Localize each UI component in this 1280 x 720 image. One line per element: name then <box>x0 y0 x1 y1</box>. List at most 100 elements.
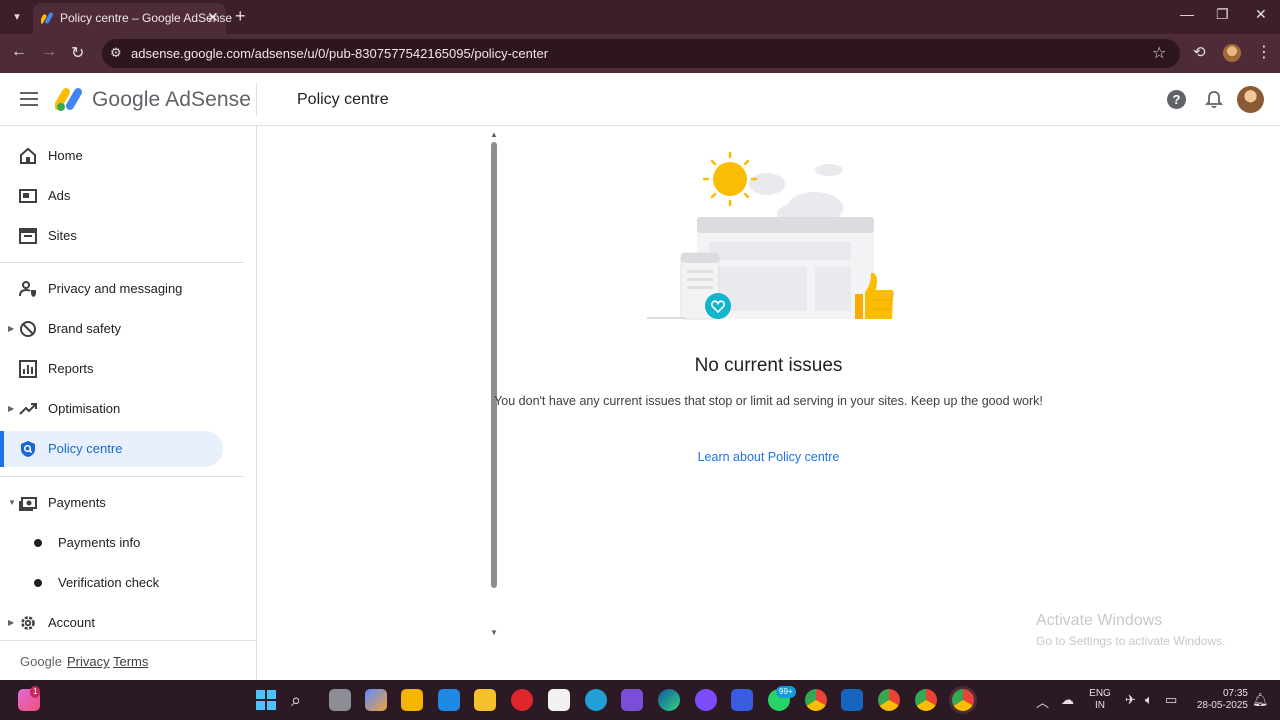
status-message: You don't have any current issues that s… <box>494 394 1043 408</box>
address-bar[interactable]: ⚙ adsense.google.com/adsense/u/0/pub-830… <box>102 39 1180 68</box>
collapse-caret-icon[interactable]: ▼ <box>8 498 16 507</box>
url-text[interactable]: adsense.google.com/adsense/u/0/pub-83075… <box>131 46 548 61</box>
opera-icon[interactable] <box>511 689 533 711</box>
sidebar-item-verification-check[interactable]: Verification check <box>0 565 223 601</box>
whatsapp-badge: 99+ <box>776 686 796 698</box>
header-divider <box>256 83 257 116</box>
expand-caret-icon[interactable]: ▶ <box>8 324 14 333</box>
brand-name: Google AdSense <box>92 88 252 111</box>
sites-icon <box>19 228 37 244</box>
tray-overflow-icon[interactable]: ︿ <box>1036 692 1049 711</box>
active-tab[interactable]: Policy centre – Google AdSense ✕ <box>33 3 232 34</box>
browser-tab-bar: ▾ Policy centre – Google AdSense ✕ + — ❐… <box>0 0 1280 34</box>
app-icon[interactable] <box>841 689 863 711</box>
windows-start-icon[interactable] <box>255 689 277 711</box>
person-shield-icon <box>19 281 36 297</box>
notifications-bell-icon[interactable] <box>1205 90 1223 109</box>
edge-icon[interactable] <box>658 689 680 711</box>
forward-button[interactable]: → <box>41 43 57 61</box>
site-info-icon[interactable]: ⚙ <box>110 45 122 61</box>
file-explorer-icon[interactable] <box>474 689 496 711</box>
scroll-up-icon[interactable]: ▲ <box>490 130 498 139</box>
browser-menu-icon[interactable]: ⋮ <box>1256 42 1272 62</box>
main-menu-icon[interactable] <box>20 92 38 106</box>
tab-close-icon[interactable]: ✕ <box>207 9 219 26</box>
sidebar-scrollbar[interactable]: ▲ ▼ <box>244 126 498 640</box>
sidebar-divider <box>0 476 244 477</box>
learn-about-policy-centre-link[interactable]: Learn about Policy centre <box>257 450 1280 464</box>
chrome-active-icon[interactable] <box>952 689 974 711</box>
sidebar-item-payments[interactable]: ▼ Payments <box>0 485 223 521</box>
sidebar-item-policy-centre[interactable]: Policy centre <box>0 431 223 467</box>
footer-terms-link[interactable]: Terms <box>113 654 148 669</box>
battery-icon[interactable]: ▭ <box>1165 692 1177 708</box>
expand-caret-icon[interactable]: ▶ <box>8 618 14 627</box>
chrome-profile-icon[interactable] <box>915 689 937 711</box>
app-icon[interactable] <box>731 689 753 711</box>
account-avatar[interactable] <box>1237 86 1264 113</box>
telegram-icon[interactable] <box>585 689 607 711</box>
notification-center-icon[interactable]: 🔔︎ <box>1252 692 1269 708</box>
language-indicator[interactable]: ENG IN <box>1088 688 1112 712</box>
sidebar-item-home[interactable]: Home <box>0 138 223 174</box>
help-icon[interactable]: ? <box>1167 90 1186 109</box>
trending-up-icon <box>19 403 37 415</box>
sidebar-footer: Google Privacy Terms <box>0 640 256 680</box>
adsense-logo-icon <box>55 88 82 111</box>
bookmark-star-icon[interactable]: ☆ <box>1152 43 1166 63</box>
reports-icon <box>19 360 37 378</box>
activate-windows-title: Activate Windows <box>1036 612 1163 629</box>
reload-button[interactable]: ↻ <box>71 43 84 63</box>
sidebar-item-account[interactable]: ▶ Account <box>0 605 223 641</box>
sidebar-item-brand-safety[interactable]: ▶ Brand safety <box>0 311 223 347</box>
date-text: 28-05-2025 <box>1196 700 1248 711</box>
paint-icon[interactable] <box>548 689 570 711</box>
copilot-icon[interactable] <box>365 689 387 711</box>
search-icon[interactable]: ⌕ <box>291 689 313 711</box>
store-icon[interactable] <box>401 689 423 711</box>
language-text: ENG <box>1089 688 1111 699</box>
clipchamp-icon[interactable] <box>621 689 643 711</box>
footer-google-text: Google <box>20 654 62 669</box>
app-icon[interactable] <box>695 689 717 711</box>
onedrive-icon[interactable]: ☁ <box>1061 692 1074 708</box>
sidebar-item-sites[interactable]: Sites <box>0 218 223 254</box>
minimize-button[interactable]: — <box>1180 6 1194 22</box>
adsense-favicon-icon <box>41 12 53 24</box>
sidebar: Home Ads Sites Privacy and messaging ▶ B… <box>0 126 498 680</box>
sidebar-item-privacy[interactable]: Privacy and messaging <box>0 271 223 307</box>
task-view-icon[interactable] <box>329 689 351 711</box>
airplane-mode-icon[interactable]: ✈ <box>1125 692 1136 708</box>
browser-profile-avatar[interactable] <box>1223 44 1241 62</box>
home-icon <box>20 147 36 164</box>
volume-icon[interactable]: 🔈︎ <box>1145 692 1153 708</box>
chrome-icon[interactable] <box>805 689 827 711</box>
app-icon[interactable] <box>438 689 460 711</box>
close-window-button[interactable]: ✕ <box>1255 6 1267 23</box>
chrome-profile-icon[interactable] <box>878 689 900 711</box>
back-button[interactable]: ← <box>11 43 27 61</box>
block-icon <box>20 321 36 337</box>
sidebar-item-payments-info[interactable]: Payments info <box>0 525 223 561</box>
windows-taskbar: 1 ⌕ 99+ ︿ ☁ ENG IN ✈ 🔈︎ ▭ 07:35 28-05-20… <box>0 680 1280 720</box>
sidebar-item-optimisation[interactable]: ▶ Optimisation <box>0 391 223 427</box>
time-text: 07:35 <box>1222 688 1248 699</box>
policy-shield-icon <box>21 441 35 457</box>
restore-button[interactable]: ❐ <box>1216 6 1229 23</box>
no-issues-illustration <box>647 151 894 320</box>
sidebar-item-ads[interactable]: Ads <box>0 178 223 214</box>
new-tab-button[interactable]: + <box>235 6 246 27</box>
expand-caret-icon[interactable]: ▶ <box>8 404 14 413</box>
extensions-icon[interactable]: ⟲ <box>1193 43 1206 61</box>
sidebar-item-reports[interactable]: Reports <box>0 351 223 387</box>
clock[interactable]: 07:35 28-05-2025 <box>1188 688 1248 712</box>
bullet-icon <box>34 579 42 587</box>
status-headline: No current issues <box>694 355 843 376</box>
tab-search-button[interactable]: ▾ <box>6 7 28 27</box>
payments-icon <box>19 497 37 511</box>
ads-icon <box>19 189 37 203</box>
footer-privacy-link[interactable]: Privacy <box>67 654 110 669</box>
activate-windows-subtitle: Go to Settings to activate Windows. <box>1036 634 1226 648</box>
bullet-icon <box>34 539 42 547</box>
scroll-down-icon[interactable]: ▼ <box>490 628 498 637</box>
